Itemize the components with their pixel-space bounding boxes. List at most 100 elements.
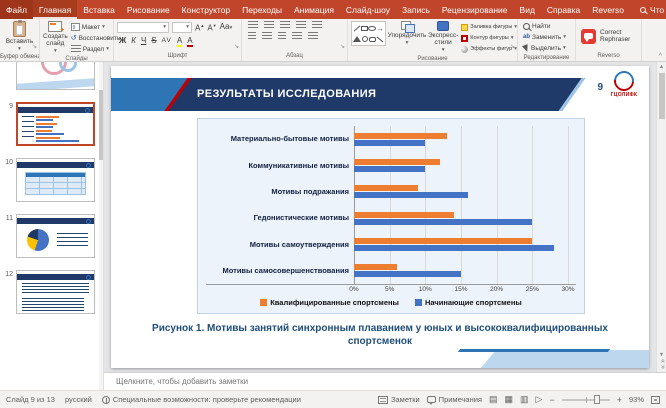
font-color-button[interactable]: А	[187, 36, 192, 45]
shape-line2-icon[interactable]	[377, 36, 384, 42]
shape-effects-button[interactable]: Эффекты фигур ▾	[461, 44, 517, 54]
tell-me-search[interactable]: Что вы хотите сделать?	[640, 0, 666, 19]
reverso-button[interactable]: Correct Rephraser	[600, 29, 638, 44]
fit-to-window-icon[interactable]	[651, 396, 660, 404]
scrollbar-thumb[interactable]	[659, 73, 665, 119]
scroll-up-icon[interactable]: ▲	[659, 64, 664, 70]
slide-title[interactable]: РЕЗУЛЬТАТЫ ИССЛЕДОВАНИЯ	[197, 78, 376, 111]
bullets-icon[interactable]	[248, 21, 258, 29]
slide-thumbnail-9[interactable]	[16, 102, 95, 146]
next-slide-icon[interactable]: »	[659, 365, 665, 369]
change-case-button[interactable]: Аа▾	[220, 22, 233, 33]
slide[interactable]: РЕЗУЛЬТАТЫ ИССЛЕДОВАНИЯ 9 ГЦОЛИФК Матери…	[111, 66, 649, 368]
ribbon-tab-вид[interactable]: Вид	[514, 0, 541, 19]
shape-ellipse-icon[interactable]	[368, 26, 376, 31]
dialog-launcher-icon[interactable]: ↘	[340, 44, 345, 50]
ribbon-tab-справка[interactable]: Справка	[541, 0, 586, 19]
chart-bar-series0	[354, 212, 454, 218]
ribbon-tab-анимация[interactable]: Анимация	[288, 0, 340, 19]
normal-view-icon[interactable]: ▤	[489, 395, 498, 404]
slide-thumbnail-10[interactable]	[16, 158, 95, 202]
new-slide-button[interactable]: Создать слайд ▾	[43, 21, 68, 54]
ribbon-tab-запись[interactable]: Запись	[396, 0, 436, 19]
find-button[interactable]: Найти	[523, 21, 551, 31]
section-button[interactable]: Раздел ▾	[71, 44, 121, 54]
scrollbar-thumb[interactable]	[99, 90, 103, 160]
zoom-level[interactable]: 93%	[629, 395, 644, 404]
ribbon-tab-вставка[interactable]: Вставка	[77, 0, 121, 19]
ribbon-tab-рецензирование[interactable]: Рецензирование	[436, 0, 514, 19]
increase-indent-icon[interactable]	[296, 21, 306, 29]
arrange-button[interactable]: Упорядочить ▾	[389, 21, 425, 46]
find-label: Найти	[532, 23, 551, 30]
bold-button[interactable]: Ж	[119, 36, 126, 46]
shape-circle-icon[interactable]	[362, 36, 368, 42]
shape-rounded-rect-icon[interactable]	[369, 37, 376, 42]
reset-button[interactable]: ↺ Восстановить	[71, 33, 121, 43]
shapes-gallery[interactable]: →	[351, 21, 386, 46]
shape-rectangle-icon[interactable]	[361, 26, 368, 31]
font-name-combobox[interactable]: ▾	[117, 22, 169, 33]
shape-arrow-icon[interactable]: →	[376, 25, 384, 33]
notes-pane[interactable]: Щелкните, чтобы добавить заметки	[104, 372, 666, 390]
italic-button[interactable]: К	[131, 36, 136, 46]
shape-outline-button[interactable]: Контур фигуры ▾	[461, 33, 517, 43]
slide-sorter-view-icon[interactable]: ▦	[505, 395, 514, 404]
slide-thumbnail-partial[interactable]	[16, 62, 95, 90]
accessibility-checker[interactable]: Специальные возможности: проверьте реком…	[102, 395, 301, 404]
dialog-launcher-icon[interactable]: ↘	[32, 44, 37, 50]
columns-icon[interactable]	[308, 32, 318, 40]
zoom-slider[interactable]	[562, 399, 610, 401]
align-left-icon[interactable]	[248, 32, 256, 40]
slide-thumbnail-12[interactable]	[16, 270, 95, 314]
zoom-in-button[interactable]: +	[617, 395, 622, 405]
ribbon-tab-слайд-шоу[interactable]: Слайд-шоу	[340, 0, 396, 19]
decrease-indent-icon[interactable]	[280, 21, 290, 29]
slideshow-icon[interactable]: ▷	[536, 395, 543, 404]
previous-slide-icon[interactable]: «	[659, 359, 665, 363]
font-size-combobox[interactable]: ▾	[172, 22, 192, 33]
figure-caption[interactable]: Рисунок 1. Мотивы занятий синхронным пла…	[147, 322, 613, 348]
character-spacing-button[interactable]: AV	[162, 36, 172, 46]
slide-counter[interactable]: Слайд 9 из 13	[6, 395, 55, 404]
numbering-icon[interactable]	[264, 21, 274, 29]
comments-toggle[interactable]: Примечания	[427, 395, 482, 404]
select-button[interactable]: Выделить ▾	[523, 43, 566, 53]
underline-button[interactable]: Ч	[141, 36, 146, 46]
shape-triangle-icon[interactable]	[353, 36, 361, 42]
ribbon-tab-конструктор[interactable]: Конструктор	[176, 0, 236, 19]
replace-button[interactable]: ab Заменить ▾	[523, 32, 566, 42]
ribbon-tab-рисование[interactable]: Рисование	[121, 0, 176, 19]
dialog-launcher-icon[interactable]: ↘	[510, 44, 515, 50]
ribbon-tab-главная[interactable]: Главная	[33, 0, 77, 19]
grow-font-button[interactable]: А▲	[195, 21, 204, 34]
line-spacing-icon[interactable]	[312, 21, 322, 29]
ribbon-tab-reverso[interactable]: Reverso	[586, 0, 630, 19]
collapse-ribbon-icon[interactable]: ^	[659, 53, 662, 60]
zoom-out-button[interactable]: −	[549, 395, 554, 405]
scroll-down-icon[interactable]: ▼	[659, 352, 664, 358]
slide-thumbnail-11[interactable]	[16, 214, 95, 258]
text-highlight-button[interactable]: А	[177, 36, 182, 45]
ribbon-tab-переходы[interactable]: Переходы	[236, 0, 288, 19]
paste-button[interactable]: Вставить ▾	[6, 21, 34, 52]
language-indicator[interactable]: русский	[65, 395, 92, 404]
slide-scrollbar[interactable]: ▲ ▼ « »	[656, 62, 666, 372]
align-center-icon[interactable]	[262, 32, 272, 40]
shrink-font-button[interactable]: А▼	[207, 21, 216, 34]
chart-object[interactable]: Материально-бытовые мотивыКоммуникативны…	[197, 118, 585, 314]
thumb-bar	[36, 119, 53, 121]
shape-line-icon[interactable]	[354, 26, 361, 32]
shape-fill-button[interactable]: Заливка фигуры ▾	[461, 22, 517, 32]
thumbnail-scrollbar[interactable]	[99, 62, 103, 390]
justify-icon[interactable]	[292, 32, 302, 40]
quick-styles-button[interactable]: Экспресс-стили ▾	[428, 21, 458, 53]
reading-view-icon[interactable]: ▥	[520, 395, 529, 404]
align-right-icon[interactable]	[278, 32, 286, 40]
layout-button[interactable]: Макет ▾	[71, 22, 121, 32]
ribbon-tab-файл[interactable]: Файл	[0, 0, 33, 19]
strikethrough-button[interactable]: S	[151, 36, 156, 46]
dialog-launcher-icon[interactable]: ↘	[234, 44, 239, 50]
zoom-slider-handle[interactable]	[594, 395, 600, 404]
notes-toggle[interactable]: Заметки	[378, 395, 420, 404]
